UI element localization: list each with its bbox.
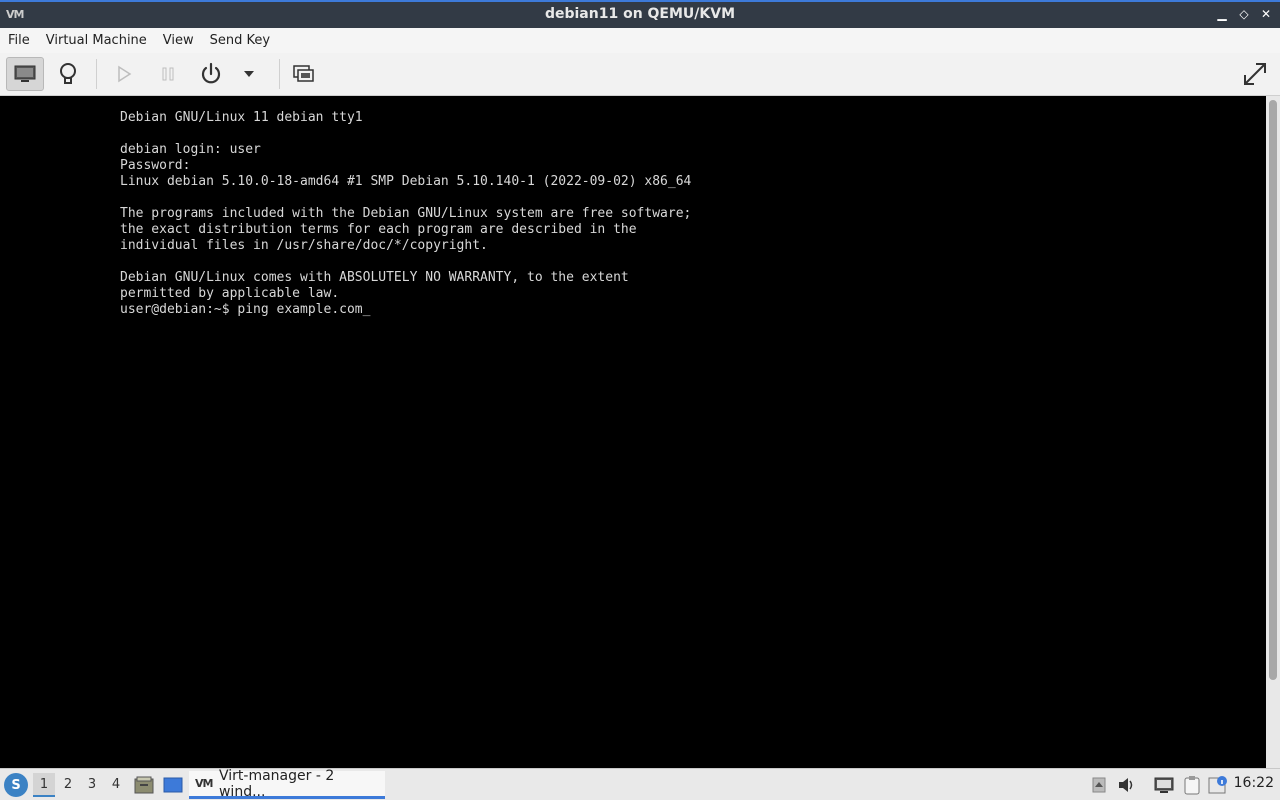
details-lightbulb-icon <box>60 63 76 84</box>
menu-bar: File Virtual Machine View Send Key <box>0 28 1280 53</box>
clock[interactable]: 16:22 <box>1234 775 1274 791</box>
shutdown-button[interactable] <box>192 57 230 91</box>
vm-console-display[interactable]: Debian GNU/Linux 11 debian tty1 debian l… <box>0 96 1266 768</box>
workspace-3[interactable]: 3 <box>81 773 103 797</box>
toolbar-separator <box>96 59 97 89</box>
console-text: Debian GNU/Linux 11 debian tty1 debian l… <box>120 110 692 317</box>
snapshots-button[interactable] <box>285 57 323 91</box>
minimize-button[interactable]: ▁ <box>1214 5 1230 23</box>
window-titlebar[interactable]: VM debian11 on QEMU/KVM ▁ ◇ ✕ <box>0 0 1280 28</box>
toolbar-separator <box>279 59 280 89</box>
console-scrollbar[interactable] <box>1266 96 1280 768</box>
volume-button[interactable] <box>1116 773 1138 797</box>
workspace-1[interactable]: 1 <box>33 773 55 797</box>
window-title: debian11 on QEMU/KVM <box>544 6 736 22</box>
run-icon <box>118 65 132 83</box>
info-notification-icon <box>1208 776 1227 794</box>
menu-file[interactable]: File <box>0 28 38 53</box>
details-button[interactable] <box>49 57 87 91</box>
task-label: Virt-manager - 2 wind... <box>218 767 335 800</box>
shutdown-menu-button[interactable] <box>231 57 267 91</box>
clipboard-button[interactable] <box>1180 773 1204 797</box>
power-icon <box>201 62 221 84</box>
workspace-4[interactable]: 4 <box>105 773 127 797</box>
workspace-2[interactable]: 2 <box>57 773 79 797</box>
close-button[interactable]: ✕ <box>1258 5 1274 23</box>
power-dropdown-icon <box>244 71 254 77</box>
taskbar-task-virt-manager[interactable]: VM Virt-manager - 2 wind... <box>189 767 385 800</box>
maximize-button[interactable]: ◇ <box>1236 5 1252 23</box>
pause-button[interactable] <box>149 57 187 91</box>
tray-scroll-button[interactable] <box>1090 773 1108 797</box>
volume-icon <box>1119 778 1133 792</box>
snapshots-icon <box>293 65 314 82</box>
file-manager-icon <box>134 776 154 794</box>
run-button[interactable] <box>105 57 143 91</box>
file-manager-launcher[interactable] <box>133 773 155 797</box>
clipboard-icon <box>1184 776 1200 795</box>
desktop-icon <box>163 777 183 793</box>
console-view-button[interactable] <box>6 57 44 91</box>
start-menu-icon[interactable]: S <box>4 773 28 797</box>
scrollbar-thumb[interactable] <box>1269 100 1277 680</box>
menu-view[interactable]: View <box>155 28 202 53</box>
fullscreen-icon <box>1244 63 1266 85</box>
updates-button[interactable] <box>1206 773 1230 797</box>
menu-virtual-machine[interactable]: Virtual Machine <box>38 28 155 53</box>
virt-manager-task-icon: VM <box>195 777 213 790</box>
network-icon <box>1154 777 1174 793</box>
pause-icon <box>162 67 174 81</box>
taskbar: S 1 2 3 4 VM Virt-manager - 2 wind... 16… <box>0 768 1280 800</box>
fullscreen-button[interactable] <box>1236 57 1274 91</box>
tray-up-arrow-icon <box>1092 777 1106 793</box>
console-view-icon <box>14 65 36 82</box>
menu-send-key[interactable]: Send Key <box>202 28 278 53</box>
show-desktop-button[interactable] <box>161 773 185 797</box>
network-button[interactable] <box>1152 773 1176 797</box>
toolbar <box>0 53 1280 96</box>
